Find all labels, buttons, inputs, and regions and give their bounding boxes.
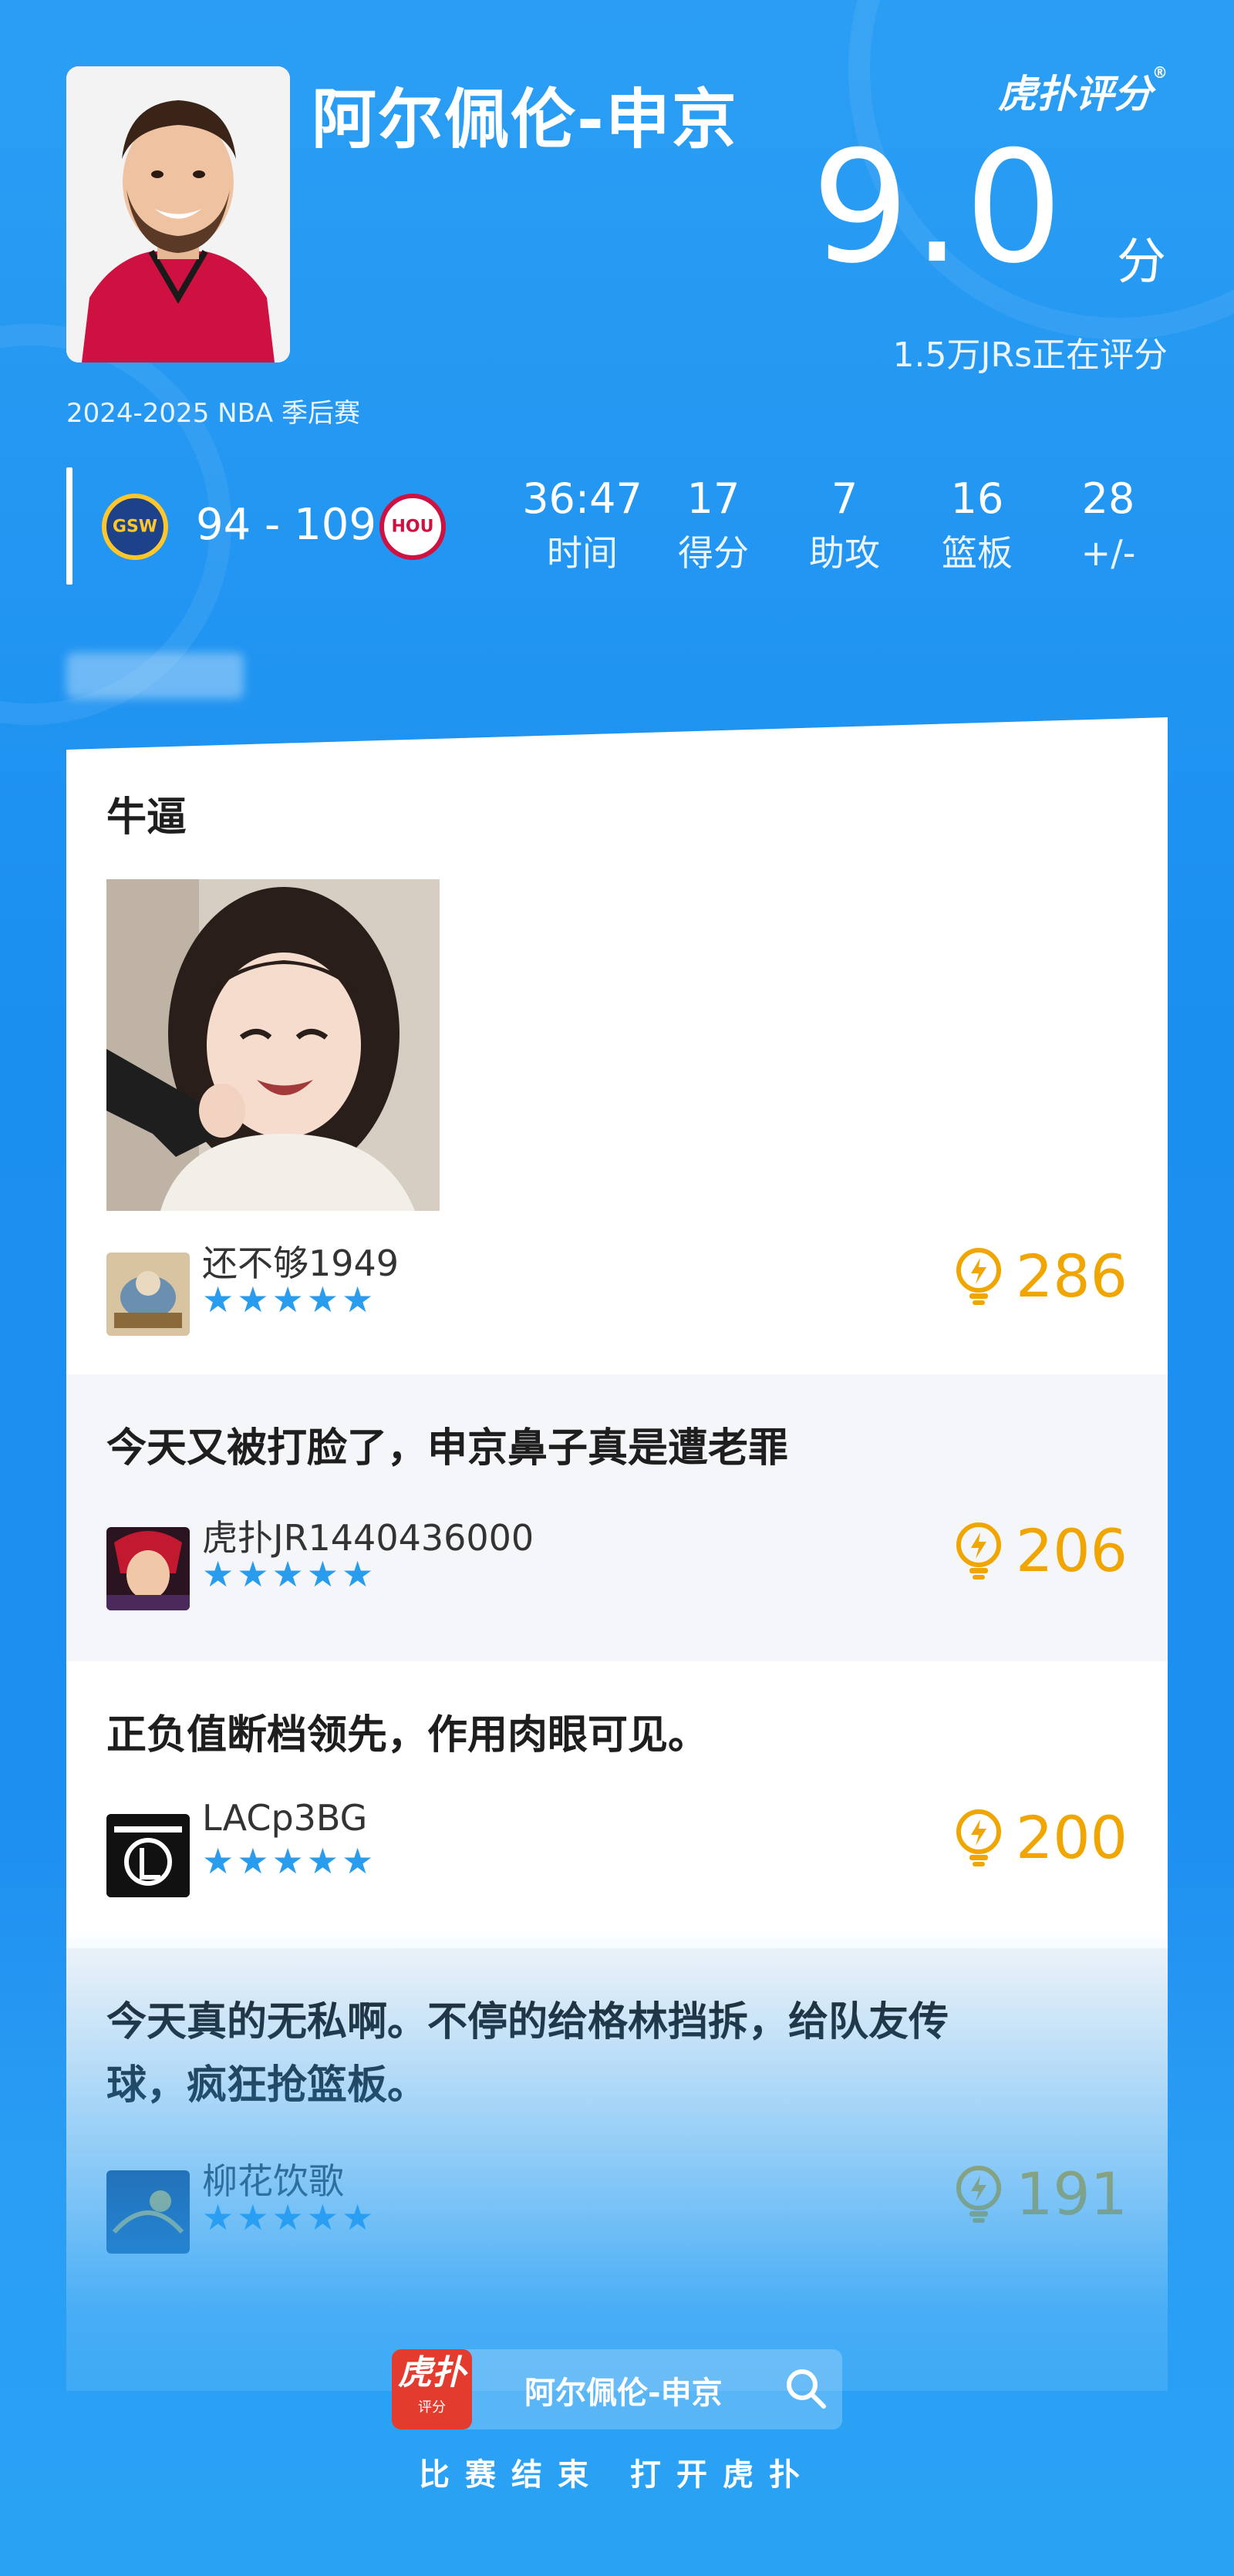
stat-value: 7 <box>831 474 858 523</box>
hupu-app-logo[interactable]: 虎扑 评分 <box>392 2349 472 2429</box>
like-button[interactable]: 206 <box>952 1516 1128 1585</box>
brand-name: 虎扑评分 <box>998 72 1152 116</box>
comment-text-line-1: 今天真的无私啊。不停的给格林挡拆，给队友传 <box>106 1999 949 2045</box>
star-rating: ★★★★★ <box>202 2197 377 2238</box>
game-score: 94 - 109 <box>196 500 376 550</box>
lightbulb-icon <box>956 1522 1001 1580</box>
like-button[interactable]: 286 <box>952 1242 1128 1310</box>
player-name: 阿尔佩伦-申京 <box>312 82 738 157</box>
blurred-label <box>66 652 244 699</box>
footer-logo-subtext: 评分 <box>418 2399 446 2416</box>
team-logo-gsw: GSW <box>102 494 168 560</box>
stat-value: 17 <box>686 474 740 523</box>
rating-unit: 分 <box>1117 234 1166 291</box>
search-icon[interactable] <box>784 2366 828 2411</box>
comments-card: 牛逼 还不够1949 ★★★★★ 286 今天又被打脸了，申京鼻子真是遭老罪 虎… <box>66 717 1168 2391</box>
lightbulb-icon <box>956 1247 1001 1305</box>
comment-text: 牛逼 <box>106 794 187 841</box>
team-logo-hou: HOU <box>379 494 446 560</box>
registered-mark: ® <box>1152 63 1168 82</box>
stat-points: 17 得分 <box>648 472 779 580</box>
team-abbr-hou: HOU <box>391 517 434 537</box>
stat-label: +/- <box>1081 532 1136 574</box>
star-rating: ★★★★★ <box>202 1840 377 1882</box>
user-avatar[interactable] <box>106 1253 190 1336</box>
comment-item[interactable]: 今天又被打脸了，申京鼻子真是遭老罪 虎扑JR1440436000 ★★★★★ 2… <box>66 1374 1168 1661</box>
stat-value: 16 <box>950 474 1004 523</box>
rating-score: 9.0 <box>811 118 1066 298</box>
like-count: 286 <box>1015 1242 1128 1310</box>
like-count: 200 <box>1015 1803 1128 1872</box>
team-abbr-gsw: GSW <box>112 517 158 537</box>
stat-minutes: 36:47 时间 <box>517 472 648 580</box>
star-rating: ★★★★★ <box>202 1553 377 1595</box>
comment-item[interactable]: 牛逼 还不够1949 ★★★★★ 286 <box>66 717 1168 1374</box>
stat-value: 28 <box>1081 474 1135 523</box>
like-button[interactable]: 200 <box>952 1803 1128 1872</box>
like-count: 206 <box>1015 1516 1128 1585</box>
hupu-rating-logo: 虎扑评分® <box>998 63 1168 119</box>
user-avatar[interactable] <box>106 1527 190 1610</box>
comment-item[interactable]: 正负值断档领先，作用肉眼可见。 LACp3BG ★★★★★ 200 <box>66 1661 1168 1948</box>
comment-text: 今天又被打脸了，申京鼻子真是遭老罪 <box>106 1425 789 1472</box>
lightbulb-icon <box>956 2165 1001 2223</box>
player-photo <box>66 66 290 362</box>
user-avatar[interactable] <box>106 1814 190 1897</box>
season-label: 2024-2025 NBA 季后赛 <box>66 398 360 429</box>
user-avatar[interactable] <box>106 2170 190 2254</box>
star-rating: ★★★★★ <box>202 1279 377 1320</box>
rating-count: 1.5万JRs正在评分 <box>892 335 1168 375</box>
stat-plus-minus: 28 +/- <box>1043 472 1174 580</box>
comment-image[interactable] <box>106 879 440 1211</box>
stat-label: 得分 <box>678 532 749 574</box>
comment-text-line-2: 球，疯狂抢篮板。 <box>106 2062 428 2109</box>
lightbulb-icon <box>956 1809 1001 1866</box>
footer-caption: 比赛结束 打开虎扑 <box>419 2457 815 2493</box>
like-button[interactable]: 191 <box>952 2160 1128 2228</box>
stat-assists: 7 助攻 <box>779 472 910 580</box>
game-divider-bar <box>66 467 72 585</box>
stat-rebounds: 16 篮板 <box>912 472 1043 580</box>
stat-label: 时间 <box>547 532 618 574</box>
footer-logo-text: 虎扑 <box>398 2353 466 2392</box>
username[interactable]: LACp3BG <box>202 1797 367 1839</box>
comment-item[interactable]: 今天真的无私啊。不停的给格林挡拆，给队友传 球，疯狂抢篮板。 柳花饮歌 ★★★★… <box>66 1948 1168 2391</box>
stat-value: 36:47 <box>522 474 642 523</box>
comment-text: 正负值断档领先，作用肉眼可见。 <box>106 1712 709 1758</box>
stat-label: 篮板 <box>942 532 1013 574</box>
like-count: 191 <box>1015 2160 1128 2228</box>
stat-label: 助攻 <box>809 532 880 574</box>
search-query-text[interactable]: 阿尔佩伦-申京 <box>524 2368 723 2412</box>
